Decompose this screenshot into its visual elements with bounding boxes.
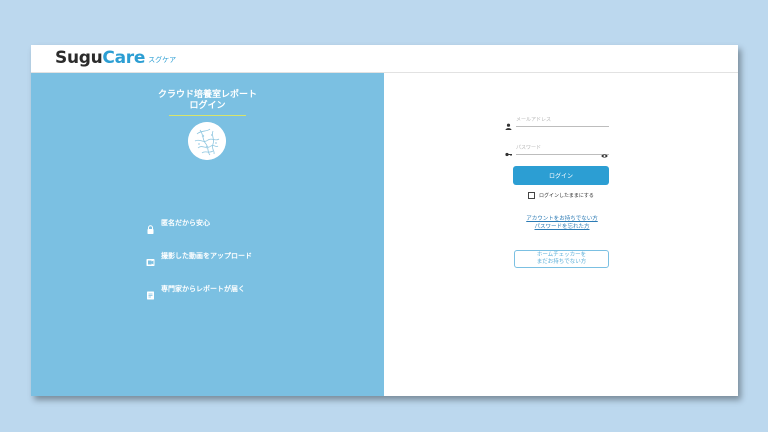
feature-label: 専門家からレポートが届く (161, 285, 245, 293)
service-illustration (188, 122, 226, 160)
illustration-icon (188, 122, 226, 160)
header-bar: SuguCare スグケア (31, 45, 738, 73)
logo-care-text: Care (102, 48, 146, 68)
feature-label: 撮影した動画をアップロード (161, 252, 252, 260)
intro-panel: クラウド培養室レポート ログイン 匿名だから安心 撮影した動画をアップロード 専… (31, 73, 384, 396)
forgot-password-link[interactable]: パスワードを忘れた方 (510, 223, 614, 231)
login-button[interactable]: ログイン (513, 166, 609, 185)
document-icon (146, 285, 155, 299)
feature-report: 専門家からレポートが届く (146, 284, 245, 299)
page-title: クラウド培養室レポート (157, 90, 257, 100)
no-account-link[interactable]: アカウントをお持ちでない方 (510, 215, 614, 223)
brand-logo[interactable]: SuguCare スグケア (55, 48, 176, 68)
email-field[interactable] (516, 114, 609, 127)
remember-label: ログインしたままにする (539, 193, 594, 199)
show-password-icon[interactable] (601, 144, 608, 163)
feature-anonymous: 匿名だから安心 (146, 218, 210, 234)
video-icon (146, 252, 155, 266)
logo-kana-text: スグケア (148, 56, 177, 64)
remember-checkbox[interactable] (528, 192, 535, 199)
login-form-panel: ログイン ログインしたままにする アカウントをお持ちでない方 パスワードを忘れた… (384, 73, 738, 396)
title-underline (169, 115, 246, 116)
login-card: SuguCare スグケア クラウド培養室レポート ログイン 匿名だから安心 撮… (31, 45, 738, 396)
feature-label: 匿名だから安心 (161, 219, 210, 227)
password-field[interactable] (516, 142, 609, 155)
home-checker-line1: ホームチェッカーを (536, 252, 587, 258)
lock-icon (146, 219, 155, 234)
user-icon (505, 115, 512, 134)
feature-upload: 撮影した動画をアップロード (146, 251, 252, 266)
remember-me[interactable]: ログインしたままにする (528, 192, 594, 199)
page-subtitle: ログイン (189, 101, 226, 111)
logo-sugu-text: Sugu (55, 48, 103, 68)
home-checker-button[interactable]: ホームチェッカーを まだお持ちでない方 (514, 250, 609, 268)
home-checker-line2: まだお持ちでない方 (536, 259, 587, 265)
key-icon (505, 143, 512, 162)
